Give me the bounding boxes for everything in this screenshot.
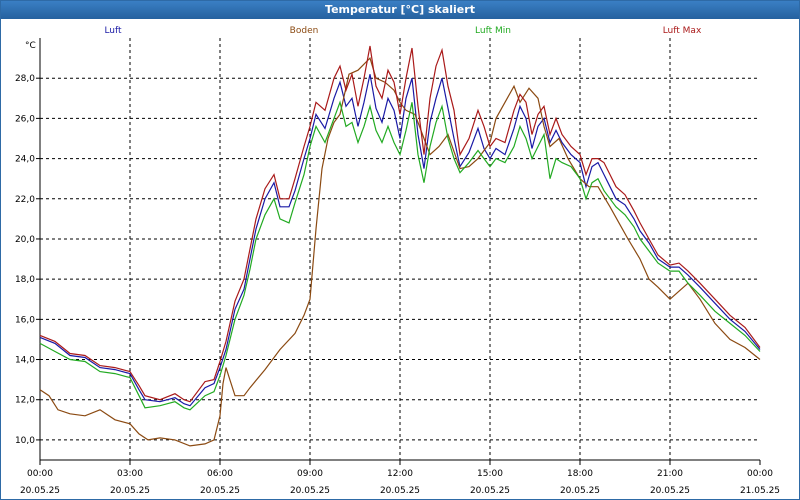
x-tick-date: 20.05.25	[200, 486, 240, 496]
y-tick-label: 16,0	[15, 315, 35, 325]
x-tick-time: 12:00	[387, 469, 413, 479]
legend-entry: Boden	[290, 26, 319, 36]
x-tick-date: 20.05.25	[20, 486, 60, 496]
x-tick-date: 20.05.25	[650, 486, 690, 496]
legend-entry: Luft Max	[663, 26, 702, 36]
y-tick-label: 26,0	[15, 114, 35, 124]
y-tick-label: 24,0	[15, 155, 35, 165]
legend-entry: Luft Min	[475, 26, 511, 36]
x-tick-time: 15:00	[477, 469, 503, 479]
x-tick-date: 20.05.25	[110, 486, 150, 496]
y-tick-label: 20,0	[15, 235, 35, 245]
x-tick-date: 20.05.25	[380, 486, 420, 496]
x-tick-date: 20.05.25	[470, 486, 510, 496]
y-tick-label: 28,0	[15, 74, 35, 84]
x-tick-time: 21:00	[657, 469, 683, 479]
x-tick-time: 09:00	[297, 469, 323, 479]
y-tick-label: 12,0	[15, 396, 35, 406]
x-tick-time: 06:00	[207, 469, 233, 479]
y-axis-label: °C	[25, 41, 36, 51]
x-tick-time: 00:00	[747, 469, 773, 479]
y-tick-label: 22,0	[15, 195, 35, 205]
legend: Luft Boden Luft Min Luft Max	[104, 26, 702, 36]
x-tick-time: 00:00	[27, 469, 53, 479]
x-tick-time: 03:00	[117, 469, 143, 479]
y-tick-label: 18,0	[15, 275, 35, 285]
legend-entry: Luft	[104, 26, 122, 36]
x-tick-time: 18:00	[567, 469, 593, 479]
x-tick-date: 21.05.25	[740, 486, 780, 496]
x-tick-date: 20.05.25	[290, 486, 330, 496]
x-tick-date: 20.05.25	[560, 486, 600, 496]
temperature-chart: 00:00 20.05.25 03:00 20.05.25 06:00 20.05.25 0…	[15, 26, 780, 496]
y-tick-label: 10,0	[15, 436, 35, 446]
y-tick-label: 14,0	[15, 356, 35, 366]
